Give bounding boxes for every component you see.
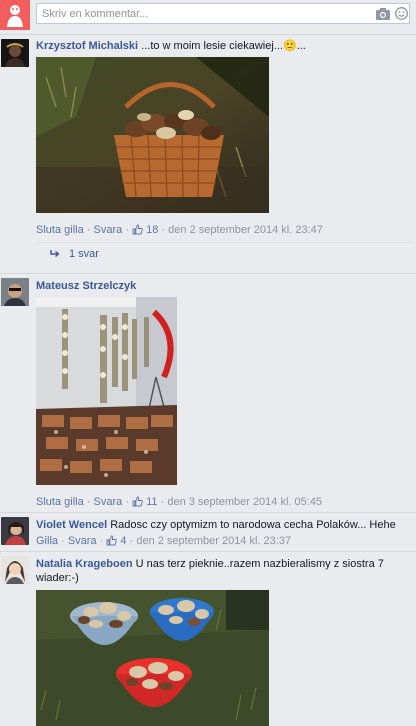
comment-input[interactable] bbox=[37, 4, 342, 23]
camera-icon[interactable] bbox=[376, 8, 390, 23]
separator: · bbox=[86, 224, 91, 236]
comment-photo[interactable] bbox=[36, 297, 177, 485]
comment-text-line: Mateusz Strzelczyk bbox=[36, 279, 136, 293]
separator: · bbox=[61, 535, 65, 547]
unlike-link[interactable]: Sluta gilla bbox=[36, 224, 84, 236]
current-user-avatar bbox=[0, 0, 30, 30]
divider bbox=[0, 273, 416, 274]
like-count-value: 4 bbox=[120, 535, 127, 547]
avatar[interactable] bbox=[1, 556, 29, 584]
comment-actions: Sluta gilla · Svara · 18 · den 2 septemb… bbox=[36, 224, 410, 236]
comment-author[interactable]: Krzysztof Michalski bbox=[36, 40, 138, 52]
comment-body: U nas terz pieknie..razem nazbieralismy … bbox=[135, 558, 384, 570]
comment-author[interactable]: Violet Wencel bbox=[36, 519, 107, 531]
comment-body: ...to w moim lesie ciekawiej... bbox=[141, 40, 283, 52]
divider bbox=[0, 512, 416, 513]
avatar[interactable] bbox=[1, 517, 29, 545]
like-count-value: 11 bbox=[146, 496, 158, 508]
like-count[interactable]: 11 bbox=[132, 496, 158, 508]
comment-text-line: Violet Wencel Radosc czy optymizm to nar… bbox=[36, 518, 410, 532]
timestamp[interactable]: den 2 september 2014 kl. 23:47 bbox=[168, 224, 323, 236]
separator: · bbox=[161, 224, 166, 236]
separator: · bbox=[86, 496, 91, 508]
reply-link[interactable]: Svara bbox=[94, 496, 123, 508]
comment-photo[interactable] bbox=[36, 590, 269, 726]
timestamp[interactable]: den 2 september 2014 kl. 23:37 bbox=[136, 535, 291, 547]
avatar[interactable] bbox=[1, 39, 29, 67]
divider bbox=[0, 551, 416, 552]
thumbs-up-icon bbox=[106, 535, 118, 546]
separator: · bbox=[125, 496, 129, 508]
separator: · bbox=[99, 535, 104, 547]
like-link[interactable]: Gilla bbox=[36, 535, 58, 547]
view-replies[interactable]: 1 svar bbox=[36, 242, 410, 267]
reply-link[interactable]: Svara bbox=[68, 535, 97, 547]
divider bbox=[0, 34, 416, 35]
comment-actions: Gilla · Svara · 4 · den 2 september 2014… bbox=[36, 535, 410, 547]
thumbs-up-icon bbox=[132, 224, 143, 235]
like-count-value: 18 bbox=[146, 224, 159, 236]
comment-actions: Sluta gilla · Svara · 11 · den 3 septemb… bbox=[36, 496, 410, 508]
avatar[interactable] bbox=[1, 278, 29, 306]
comment-text-line: Krzysztof Michalski ...to w moim lesie c… bbox=[36, 39, 410, 53]
unlike-link[interactable]: Sluta gilla bbox=[36, 496, 84, 508]
comment-author[interactable]: Mateusz Strzelczyk bbox=[36, 280, 136, 292]
comment-composer[interactable] bbox=[36, 3, 410, 24]
separator: · bbox=[125, 224, 129, 236]
like-count[interactable]: 4 bbox=[106, 535, 127, 547]
comment-body: Radosc czy optymizm to narodowa cecha Po… bbox=[110, 519, 396, 531]
smiley-icon[interactable] bbox=[395, 7, 408, 23]
reply-arrow-icon bbox=[50, 249, 60, 261]
comment-author[interactable]: Natalia Krageboen bbox=[36, 558, 133, 570]
comment-body-line2: wiader:-) bbox=[36, 572, 79, 584]
comment-photo[interactable] bbox=[36, 57, 269, 213]
separator: · bbox=[129, 535, 134, 547]
reply-link[interactable]: Svara bbox=[94, 224, 123, 236]
comment-body-tail: ... bbox=[296, 40, 306, 52]
emoji: 🙂 bbox=[282, 40, 297, 52]
timestamp[interactable]: den 3 september 2014 kl. 05:45 bbox=[167, 496, 322, 508]
thumbs-up-icon bbox=[132, 496, 143, 507]
like-count[interactable]: 18 bbox=[132, 224, 158, 236]
replies-count-label: 1 svar bbox=[69, 248, 99, 260]
comment-text-line: Natalia Krageboen U nas terz pieknie..ra… bbox=[36, 557, 410, 571]
separator: · bbox=[160, 496, 165, 508]
